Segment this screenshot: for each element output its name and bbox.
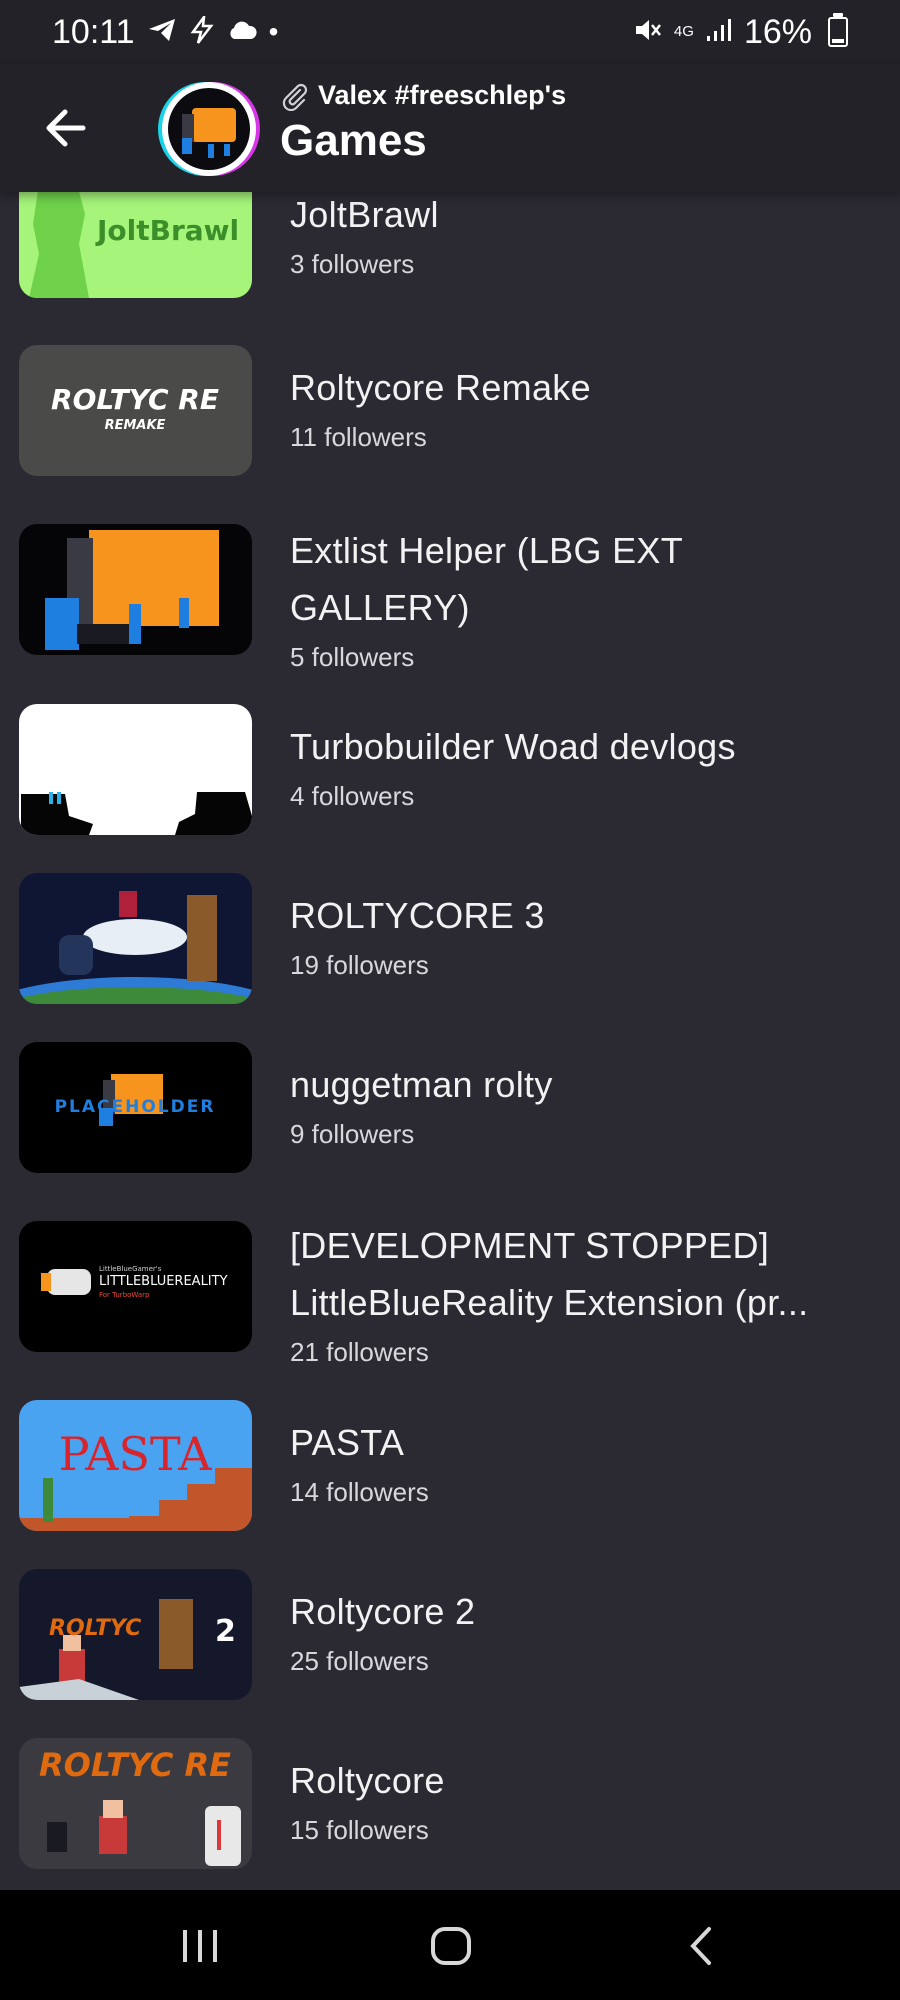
home-button[interactable] [421, 1918, 481, 1974]
game-thumbnail: ROLTYC RE [19, 1738, 252, 1869]
game-title: nuggetman rolty [290, 1064, 553, 1105]
game-thumbnail: ROLTYC RE REMAKE [19, 345, 252, 476]
follower-count: 9 followers [290, 1119, 415, 1149]
game-title: [DEVELOPMENT STOPPED] LittleBlueReality … [290, 1225, 809, 1323]
follower-count: 15 followers [290, 1815, 429, 1845]
thumbnail-subtext: For TurboWarp [99, 1291, 150, 1299]
status-time: 10:11 [52, 12, 135, 51]
recent-apps-button[interactable] [170, 1918, 230, 1974]
list-item[interactable]: PLACEHOLDER nuggetman rolty 9 followers [0, 1042, 900, 1202]
thumbnail-text: PLACEHOLDER [55, 1097, 216, 1117]
game-title: PASTA [290, 1422, 405, 1463]
dot-icon: • [268, 16, 279, 47]
thumbnail-text: LITTLEBLUEREALITY [99, 1274, 228, 1289]
game-title: ROLTYCORE 3 [290, 895, 545, 936]
game-thumbnail [19, 524, 252, 655]
list-item[interactable]: JoltBrawl JoltBrawl 3 followers [0, 192, 900, 344]
follower-count: 21 followers [290, 1337, 429, 1367]
game-thumbnail: LittleBlueGamer's LITTLEBLUEREALITY For … [19, 1221, 252, 1352]
thumbnail-text: ROLTYC RE [51, 383, 219, 416]
system-back-button[interactable] [672, 1918, 732, 1974]
list-item[interactable]: LittleBlueGamer's LITTLEBLUEREALITY For … [0, 1221, 900, 1411]
list-item[interactable]: Extlist Helper (LBG EXT GALLERY) 5 follo… [0, 524, 900, 714]
follower-count: 14 followers [290, 1477, 429, 1507]
game-title: Roltycore Remake [290, 367, 591, 408]
page-title: Games [280, 116, 427, 165]
header-owner: Valex #freeschlep's [280, 80, 566, 111]
game-thumbnail: ROLTYC 2 [19, 1569, 252, 1700]
thumbnail-text: ROLTYC RE [39, 1746, 231, 1784]
follower-count: 25 followers [290, 1646, 429, 1676]
game-thumbnail [19, 873, 252, 1004]
chevron-left-icon [690, 1927, 711, 1965]
mute-icon [634, 17, 662, 48]
network-type: 4G [673, 23, 694, 40]
studio-avatar[interactable] [162, 82, 256, 176]
battery-percent: 16% [743, 12, 812, 51]
system-nav-bar [0, 1890, 900, 2000]
recent-apps-icon [183, 1930, 217, 1962]
game-thumbnail [19, 704, 252, 835]
game-thumbnail: PLACEHOLDER [19, 1042, 252, 1173]
signal-icon [706, 18, 732, 47]
arrow-left-icon [46, 109, 86, 147]
battery-icon [828, 13, 848, 47]
list-item[interactable]: ROLTYC RE Roltycore 15 followers [0, 1738, 900, 1890]
game-title: Roltycore 2 [290, 1591, 476, 1632]
header-owner-label: Valex #freeschlep's [318, 80, 567, 110]
paperclip-icon [282, 83, 308, 111]
lightning-icon [189, 11, 215, 49]
game-thumbnail: JoltBrawl [19, 192, 252, 298]
back-button[interactable] [30, 96, 100, 160]
list-item[interactable]: ROLTYCORE 3 19 followers [0, 873, 900, 1033]
game-thumbnail: PASTA [19, 1400, 252, 1531]
list-item[interactable]: ROLTYC RE REMAKE Roltycore Remake 11 fol… [0, 345, 900, 505]
game-title: JoltBrawl [290, 194, 439, 235]
follower-count: 19 followers [290, 950, 429, 980]
cloud-icon [227, 18, 257, 46]
thumbnail-text: JoltBrawl [95, 214, 239, 247]
follower-count: 5 followers [290, 642, 415, 672]
game-title: Turbobuilder Woad devlogs [290, 726, 736, 767]
thumbnail-subtext: 2 [215, 1614, 236, 1649]
thumbnail-small-text: LittleBlueGamer's [99, 1265, 162, 1273]
telegram-icon [147, 17, 177, 48]
home-icon [431, 1927, 471, 1965]
game-title: Extlist Helper (LBG EXT GALLERY) [290, 530, 683, 628]
status-bar: 10:11 • 4G 16% [0, 0, 900, 64]
status-left: 10:11 • [52, 11, 279, 52]
list-item[interactable]: PASTA PASTA 14 followers [0, 1400, 900, 1560]
games-list: JoltBrawl JoltBrawl 3 followers ROLTYC R… [0, 192, 900, 1890]
app-header: Valex #freeschlep's Games [0, 64, 900, 192]
list-item[interactable]: Turbobuilder Woad devlogs 4 followers [0, 704, 900, 864]
thumbnail-text: ROLTYC [49, 1616, 141, 1641]
follower-count: 11 followers [290, 422, 427, 452]
follower-count: 3 followers [290, 249, 415, 279]
follower-count: 4 followers [290, 781, 415, 811]
thumbnail-subtext: REMAKE [105, 418, 166, 433]
game-title: Roltycore [290, 1760, 445, 1801]
list-item[interactable]: ROLTYC 2 Roltycore 2 25 followers [0, 1569, 900, 1729]
status-right: 4G 16% [634, 13, 848, 52]
thumbnail-text: PASTA [59, 1427, 213, 1481]
